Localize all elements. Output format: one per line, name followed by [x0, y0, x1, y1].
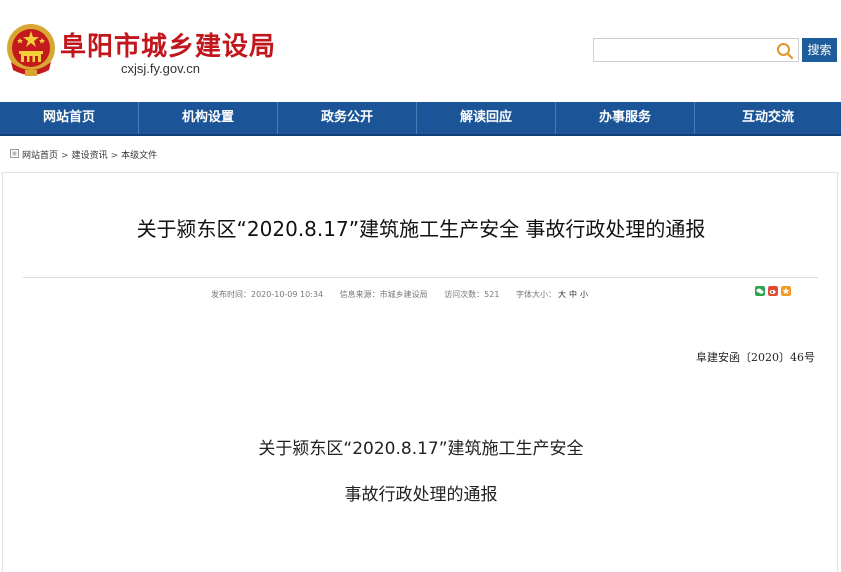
breadcrumb-local-documents[interactable]: 本级文件: [121, 151, 157, 161]
search-box: [593, 38, 799, 62]
nav-item-services[interactable]: 办事服务: [556, 102, 695, 134]
search-icon[interactable]: [776, 42, 794, 60]
view-count: 访问次数：521: [444, 290, 500, 299]
nav-item-organization[interactable]: 机构设置: [139, 102, 278, 134]
font-large-option[interactable]: 大: [558, 290, 566, 299]
nav-item-home[interactable]: 网站首页: [0, 102, 139, 134]
search-button[interactable]: 搜索: [802, 38, 837, 62]
national-emblem-icon: [7, 24, 55, 76]
main-nav: 网站首页 机构设置 政务公开 解读回应 办事服务 互动交流: [0, 102, 841, 136]
publish-time: 发布时间：2020-10-09 10:34: [211, 290, 324, 299]
weibo-icon[interactable]: [768, 286, 778, 296]
document-number: 阜建安函〔2020〕46号: [696, 351, 815, 364]
article-panel: 关于颍东区“2020.8.17”建筑施工生产安全 事故行政处理的通报 发布时间：…: [2, 172, 838, 572]
nav-item-interpretation[interactable]: 解读回应: [417, 102, 556, 134]
search-input[interactable]: [594, 39, 774, 61]
font-size-label: 字体大小：: [516, 290, 557, 299]
info-source: 信息来源：市城乡建设局: [339, 290, 428, 299]
title-divider: [23, 277, 818, 278]
wechat-icon[interactable]: [755, 286, 765, 296]
favorite-icon[interactable]: [781, 286, 791, 296]
breadcrumb-home[interactable]: 网站首页: [22, 151, 58, 161]
location-icon: [10, 149, 19, 158]
breadcrumb-construction-news[interactable]: 建设资讯: [72, 151, 108, 161]
article-body-heading-line1: 关于颍东区“2020.8.17”建筑施工生产安全: [258, 439, 584, 459]
article-body-heading-line2: 事故行政处理的通报: [344, 485, 498, 505]
breadcrumb-separator: >: [110, 151, 119, 161]
font-medium-option[interactable]: 中: [569, 290, 577, 299]
nav-item-interaction[interactable]: 互动交流: [695, 102, 841, 134]
nav-item-government-affairs[interactable]: 政务公开: [278, 102, 417, 134]
site-domain: cxjsj.fy.gov.cn: [121, 61, 200, 76]
font-small-option[interactable]: 小: [580, 290, 588, 299]
site-title[interactable]: 阜阳市城乡建设局: [60, 26, 276, 63]
site-header: 阜阳市城乡建设局 cxjsj.fy.gov.cn 搜索: [0, 0, 841, 102]
breadcrumb: 网站首页 > 建设资讯 > 本级文件: [0, 145, 841, 165]
share-icons: [755, 286, 791, 296]
article-title: 关于颍东区“2020.8.17”建筑施工生产安全 事故行政处理的通报: [136, 217, 706, 241]
breadcrumb-separator: >: [61, 151, 69, 161]
